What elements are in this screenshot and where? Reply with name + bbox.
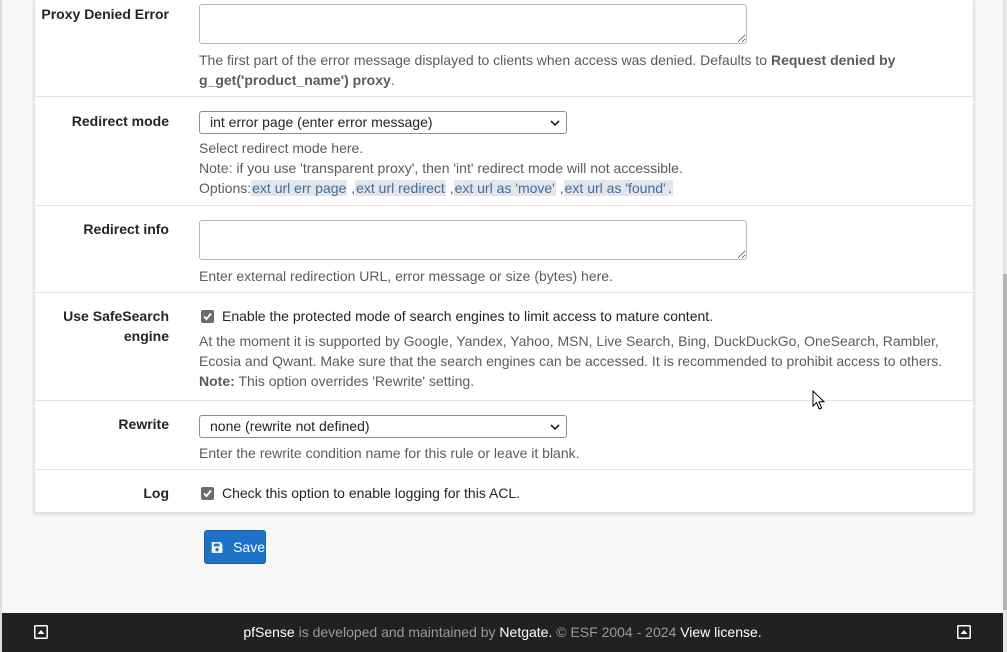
redirect-info-help: Enter external redirection URL, error me… [199, 268, 613, 284]
row-redirect-info: Redirect info Enter external redirection… [35, 206, 973, 293]
option-ext-url-as-found[interactable]: ext url as 'found' [563, 180, 667, 196]
checkmark-icon [203, 312, 212, 320]
chevron-down-icon [550, 424, 560, 431]
scroll-up-icon[interactable] [957, 625, 971, 639]
acl-settings-panel: Proxy Denied Error The first part of the… [34, 0, 974, 513]
row-rewrite: Rewrite none (rewrite not defined) Enter… [35, 401, 973, 470]
proxy-denied-error-help: The first part of the error message disp… [199, 52, 896, 88]
safesearch-note: Note: This option overrides 'Rewrite' se… [199, 373, 475, 389]
mouse-cursor-icon [812, 390, 826, 410]
rewrite-label: Rewrite [118, 416, 169, 432]
footer-text: pfSense is developed and maintained by N… [243, 624, 762, 640]
redirect-mode-help: Select redirect mode here. [199, 140, 364, 156]
rewrite-selected: none (rewrite not defined) [210, 418, 370, 434]
footer-license-link[interactable]: View license. [680, 624, 761, 640]
log-check-label: Check this option to enable logging for … [222, 485, 521, 501]
redirect-mode-selected: int error page (enter error message) [210, 114, 433, 130]
redirect-mode-label: Redirect mode [71, 113, 169, 129]
footer-brand[interactable]: pfSense [243, 624, 294, 640]
proxy-denied-error-input[interactable] [199, 4, 747, 44]
option-ext-url-redirect[interactable]: ext url redirect [355, 180, 446, 196]
rewrite-select[interactable]: none (rewrite not defined) [199, 415, 567, 438]
option-ext-url-as-move[interactable]: ext url as 'move' [453, 180, 556, 196]
redirect-mode-options: Options:ext url err page ,ext url redire… [199, 180, 673, 196]
scrollbar-thumb[interactable] [1003, 274, 1007, 610]
safesearch-label: Use SafeSearch engine [63, 308, 169, 344]
redirect-mode-note: Note: if you use 'transparent proxy', th… [199, 160, 683, 176]
save-button-label: Save [233, 539, 265, 555]
save-button[interactable]: Save [204, 530, 266, 564]
page-left-edge [0, 0, 2, 652]
footer: pfSense is developed and maintained by N… [2, 613, 1003, 652]
redirect-mode-select[interactable]: int error page (enter error message) [199, 111, 567, 134]
row-log: Log Check this option to enable logging … [35, 470, 973, 512]
option-ext-url-err-page[interactable]: ext url err page [251, 180, 348, 196]
row-safesearch: Use SafeSearch engine Enable the protect… [35, 293, 973, 401]
log-checkbox[interactable] [201, 486, 214, 500]
safesearch-check-label: Enable the protected mode of search engi… [222, 308, 714, 324]
row-redirect-mode: Redirect mode int error page (enter erro… [35, 97, 973, 206]
footer-company[interactable]: Netgate. [499, 624, 552, 640]
redirect-info-label: Redirect info [83, 221, 169, 237]
log-label: Log [143, 485, 169, 501]
safesearch-help: At the moment it is supported by Google,… [199, 333, 943, 369]
floppy-disk-icon [211, 541, 223, 553]
proxy-denied-error-label: Proxy Denied Error [41, 6, 169, 22]
row-proxy-denied-error: Proxy Denied Error The first part of the… [35, 0, 973, 97]
checkmark-icon [203, 489, 212, 497]
rewrite-help: Enter the rewrite condition name for thi… [199, 445, 580, 461]
log-checkbox-line[interactable]: Check this option to enable logging for … [199, 483, 965, 503]
redirect-info-input[interactable] [199, 220, 747, 260]
safesearch-checkbox-line[interactable]: Enable the protected mode of search engi… [199, 306, 965, 326]
safesearch-checkbox[interactable] [201, 309, 214, 323]
chevron-down-icon [550, 120, 560, 127]
